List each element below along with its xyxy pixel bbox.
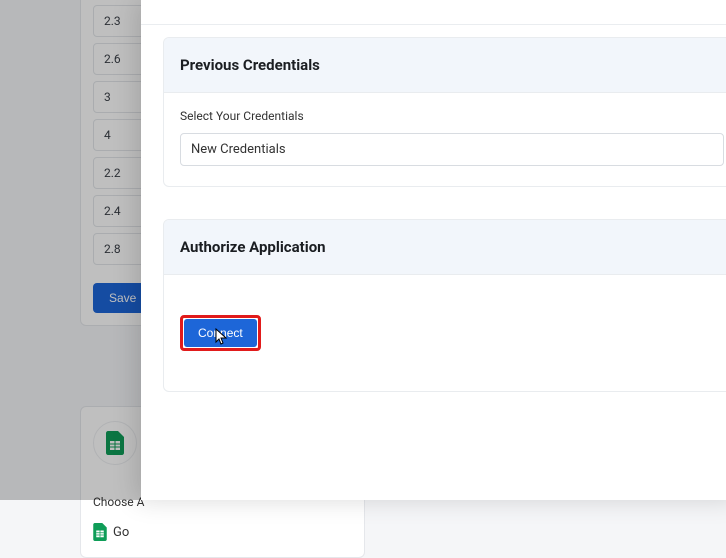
credentials-selected-value: New Credentials [191,142,286,157]
authorize-application-title: Authorize Application [180,238,724,256]
credentials-select[interactable]: New Credentials [180,133,724,166]
previous-credentials-title: Previous Credentials [180,56,724,74]
previous-credentials-card: Previous Credentials Select Your Credent… [163,37,726,187]
connect-button[interactable]: Connect [184,319,257,347]
connect-highlight: Connect [180,315,261,351]
select-credentials-label: Select Your Credentials [180,109,724,123]
google-sheets-icon [93,523,107,541]
section-header: Authorize Application [164,220,726,275]
app-row[interactable]: Go [93,517,352,547]
section-header: Previous Credentials [164,38,726,93]
app-name: Go [113,525,129,540]
authorize-application-card: Authorize Application Connect [163,219,726,392]
side-panel: Previous Credentials Select Your Credent… [141,0,726,500]
panel-top-strip [141,0,726,25]
